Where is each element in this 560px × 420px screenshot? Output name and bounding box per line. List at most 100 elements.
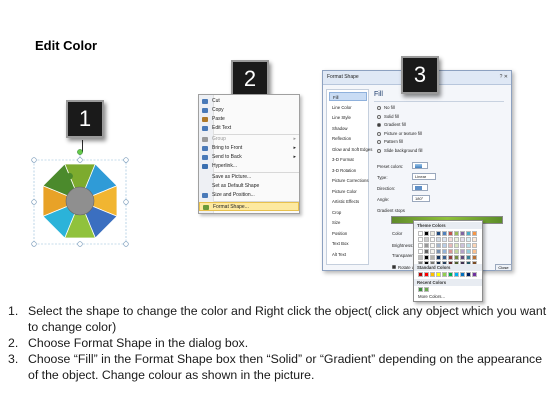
context-menu-item[interactable]: Format Shape... [199, 202, 299, 211]
theme-color-swatch[interactable] [460, 255, 465, 260]
theme-color-swatch[interactable] [424, 243, 429, 248]
resize-handle[interactable] [77, 241, 83, 247]
standard-color-swatch[interactable] [442, 272, 447, 277]
theme-color-swatch[interactable] [430, 237, 435, 242]
theme-color-swatch[interactable] [436, 255, 441, 260]
angle-input[interactable]: 180° [412, 195, 430, 202]
theme-color-swatch[interactable] [424, 255, 429, 260]
theme-color-swatch[interactable] [472, 255, 477, 260]
type-dropdown[interactable]: Linear [412, 173, 436, 180]
nav-item[interactable]: Artistic Effects [329, 197, 367, 206]
context-menu-item[interactable]: Copy [199, 106, 299, 115]
theme-color-swatch[interactable] [436, 243, 441, 248]
nav-item[interactable]: Position [329, 229, 367, 238]
theme-color-swatch[interactable] [436, 249, 441, 254]
nav-item[interactable]: Picture Corrections [329, 176, 369, 185]
preset-colors-dropdown[interactable] [412, 162, 428, 169]
theme-color-swatch[interactable] [424, 249, 429, 254]
theme-color-swatch[interactable] [418, 243, 423, 248]
theme-color-swatch[interactable] [454, 243, 459, 248]
theme-color-swatch[interactable] [442, 249, 447, 254]
theme-color-swatch[interactable] [460, 237, 465, 242]
nav-item[interactable]: Crop [329, 208, 367, 217]
recent-color-swatch[interactable] [424, 287, 429, 292]
theme-color-swatch[interactable] [466, 243, 471, 248]
standard-color-swatch[interactable] [430, 272, 435, 277]
theme-color-swatch[interactable] [466, 249, 471, 254]
theme-color-swatch[interactable] [418, 249, 423, 254]
standard-color-swatch[interactable] [454, 272, 459, 277]
context-menu-item[interactable]: Hyperlink... [199, 162, 299, 171]
nav-item[interactable]: Shadow [329, 124, 367, 133]
theme-color-swatch[interactable] [460, 231, 465, 236]
recent-color-swatch[interactable] [418, 287, 423, 292]
theme-color-swatch[interactable] [436, 231, 441, 236]
standard-color-swatch[interactable] [460, 272, 465, 277]
theme-color-swatch[interactable] [448, 249, 453, 254]
theme-color-swatch[interactable] [424, 231, 429, 236]
theme-color-swatch[interactable] [430, 243, 435, 248]
rotate-with-shape-checkbox[interactable] [392, 265, 396, 269]
resize-handle[interactable] [31, 157, 37, 163]
theme-color-swatch[interactable] [430, 249, 435, 254]
nav-item[interactable]: Text Box [329, 239, 367, 248]
resize-handle[interactable] [31, 199, 37, 205]
fill-option-radio[interactable] [377, 114, 381, 119]
nav-item[interactable]: Line Color [329, 103, 367, 112]
standard-color-swatch[interactable] [448, 272, 453, 277]
fill-option-radio[interactable] [377, 123, 381, 127]
context-menu-item[interactable]: Size and Position... [199, 191, 299, 200]
fill-option-radio[interactable] [377, 140, 381, 144]
standard-color-swatch[interactable] [436, 272, 441, 277]
theme-color-swatch[interactable] [466, 237, 471, 242]
context-menu-item[interactable]: Save as Picture... [199, 173, 299, 182]
nav-item[interactable]: 3-D Rotation [329, 166, 367, 175]
standard-color-swatch[interactable] [466, 272, 471, 277]
context-menu-item[interactable]: Bring to Front ▸ [199, 144, 299, 153]
context-menu-item[interactable]: Set as Default Shape [199, 182, 299, 191]
theme-color-swatch[interactable] [424, 237, 429, 242]
context-menu-item[interactable]: Send to Back ▸ [199, 153, 299, 162]
theme-color-swatch[interactable] [448, 255, 453, 260]
theme-color-swatch[interactable] [442, 255, 447, 260]
theme-color-swatch[interactable] [436, 237, 441, 242]
resize-handle[interactable] [123, 199, 129, 205]
resize-handle[interactable] [123, 157, 129, 163]
nav-item[interactable]: Picture Color [329, 187, 367, 196]
standard-color-swatch[interactable] [418, 272, 423, 277]
theme-color-swatch[interactable] [472, 237, 477, 242]
theme-color-swatch[interactable] [460, 243, 465, 248]
theme-color-swatch[interactable] [448, 231, 453, 236]
context-menu-item[interactable]: Group ▸ [199, 135, 299, 144]
theme-color-swatch[interactable] [430, 231, 435, 236]
theme-color-swatch[interactable] [448, 243, 453, 248]
theme-color-swatch[interactable] [472, 243, 477, 248]
theme-color-swatch[interactable] [448, 237, 453, 242]
theme-color-swatch[interactable] [472, 231, 477, 236]
theme-color-swatch[interactable] [460, 249, 465, 254]
theme-color-swatch[interactable] [418, 255, 423, 260]
nav-item[interactable]: Glow and Soft Edges [329, 145, 372, 154]
close-button[interactable]: Close [495, 264, 512, 271]
direction-dropdown[interactable] [412, 184, 428, 191]
context-menu-item[interactable]: Edit Text [199, 124, 299, 133]
theme-color-swatch[interactable] [466, 231, 471, 236]
resize-handle[interactable] [31, 241, 37, 247]
nav-item[interactable]: Line Style [329, 113, 367, 122]
puzzle-octagon-shape[interactable] [30, 148, 130, 248]
theme-color-swatch[interactable] [454, 255, 459, 260]
nav-item[interactable]: Reflection [329, 134, 367, 143]
standard-color-swatch[interactable] [472, 272, 477, 277]
context-menu-item[interactable]: Cut [199, 97, 299, 106]
resize-handle[interactable] [123, 241, 129, 247]
theme-color-swatch[interactable] [442, 237, 447, 242]
standard-color-swatch[interactable] [424, 272, 429, 277]
theme-color-swatch[interactable] [442, 231, 447, 236]
nav-item[interactable]: Alt Text [329, 250, 367, 259]
theme-color-swatch[interactable] [454, 231, 459, 236]
fill-option-radio[interactable] [377, 131, 381, 136]
theme-color-swatch[interactable] [418, 237, 423, 242]
theme-color-swatch[interactable] [418, 231, 423, 236]
theme-color-swatch[interactable] [442, 243, 447, 248]
rotate-handle[interactable] [77, 149, 83, 155]
